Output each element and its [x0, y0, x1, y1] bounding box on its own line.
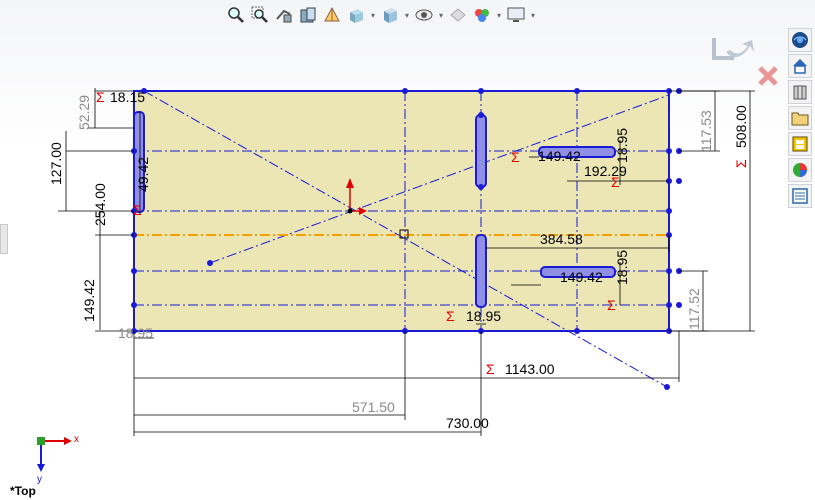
3d-content-icon[interactable] [788, 80, 812, 104]
hide-show-items-icon[interactable] [413, 4, 435, 26]
zoom-to-fit-icon[interactable] [225, 4, 247, 26]
dimension-18-95-bottom-left[interactable]: 18.95 [118, 325, 153, 341]
dimension-571-50[interactable]: 571.50 [352, 399, 395, 415]
dimension-18-15[interactable]: 18.15 [110, 89, 145, 105]
dimension-1143[interactable]: 1143.00 [505, 361, 555, 377]
dimension-18-95-top-slot[interactable]: 18.95 [614, 128, 630, 163]
section-view-icon[interactable] [297, 4, 319, 26]
previous-view-icon[interactable] [273, 4, 295, 26]
dimension-117-53[interactable]: 117.53 [698, 110, 714, 152]
dimension-254[interactable]: 254.00 [92, 183, 108, 226]
sketch-canvas[interactable]: Σ 18.15 52.29 127.00 49.42 Σ 254.00 149.… [0, 0, 815, 500]
confirmation-corner [708, 32, 780, 92]
dynamic-annotation-icon[interactable] [321, 4, 343, 26]
slot-vertical-bottom[interactable] [475, 234, 487, 308]
dimension-149-42-left[interactable]: 149.42 [81, 279, 97, 322]
file-explorer-icon[interactable] [788, 106, 812, 130]
custom-properties-icon[interactable] [788, 184, 812, 208]
heads-up-view-toolbar: ▾ ▾ ▾ ▾ ▾ [225, 2, 537, 28]
triad-y-label: y [37, 474, 42, 485]
chevron-down-icon[interactable]: ▾ [369, 4, 377, 26]
feature-manager-collapse-handle[interactable] [0, 224, 8, 254]
chevron-down-icon[interactable]: ▾ [495, 4, 503, 26]
sigma-icon: Σ [511, 149, 520, 165]
dimension-384-58[interactable]: 384.58 [540, 231, 583, 247]
dimension-117-52[interactable]: 117.52 [686, 288, 702, 330]
sigma-icon: Σ [607, 297, 616, 313]
dimension-149-42-bottom-slot[interactable]: 149.42 [560, 269, 603, 285]
display-style-icon[interactable] [379, 4, 401, 26]
sigma-icon: Σ [133, 202, 142, 218]
cancel-icon[interactable] [758, 66, 778, 86]
dimension-508[interactable]: 508.00 [733, 105, 749, 148]
chevron-down-icon[interactable]: ▾ [437, 4, 445, 26]
design-library-icon[interactable] [788, 54, 812, 78]
slot-vertical-top[interactable] [475, 114, 487, 188]
chevron-down-icon[interactable]: ▾ [529, 4, 537, 26]
appearances-icon[interactable] [788, 158, 812, 182]
edit-appearance-icon[interactable] [447, 4, 469, 26]
dimension-127[interactable]: 127.00 [48, 142, 64, 185]
view-orientation-label: *Top [10, 484, 36, 498]
dimension-149-42-top-slot[interactable]: 149.42 [538, 148, 581, 164]
sigma-icon: Σ [96, 89, 105, 105]
dimension-52-29[interactable]: 52.29 [76, 95, 92, 130]
dimension-18-95-bottom-slot[interactable]: 18.95 [614, 250, 630, 285]
triad-x-label: x [74, 434, 79, 445]
zoom-to-area-icon[interactable] [249, 4, 271, 26]
apply-scene-icon[interactable] [471, 4, 493, 26]
view-settings-icon[interactable] [505, 4, 527, 26]
sigma-icon: Σ [446, 308, 455, 324]
exit-sketch-icon[interactable] [712, 38, 754, 60]
dimension-192-29[interactable]: 192.29 [584, 163, 627, 179]
dimension-49-42-left[interactable]: 49.42 [135, 157, 151, 192]
sigma-icon: Σ [486, 361, 495, 377]
task-pane [788, 28, 814, 208]
sigma-icon: Σ [733, 159, 749, 168]
dimension-730[interactable]: 730.00 [446, 415, 489, 431]
dimension-18-95-center[interactable]: 18.95 [466, 308, 501, 324]
view-palette-icon[interactable] [788, 132, 812, 156]
chevron-down-icon[interactable]: ▾ [403, 4, 411, 26]
view-orientation-icon[interactable] [345, 4, 367, 26]
resources-icon[interactable] [788, 28, 812, 52]
reference-triad: x y [37, 434, 79, 485]
